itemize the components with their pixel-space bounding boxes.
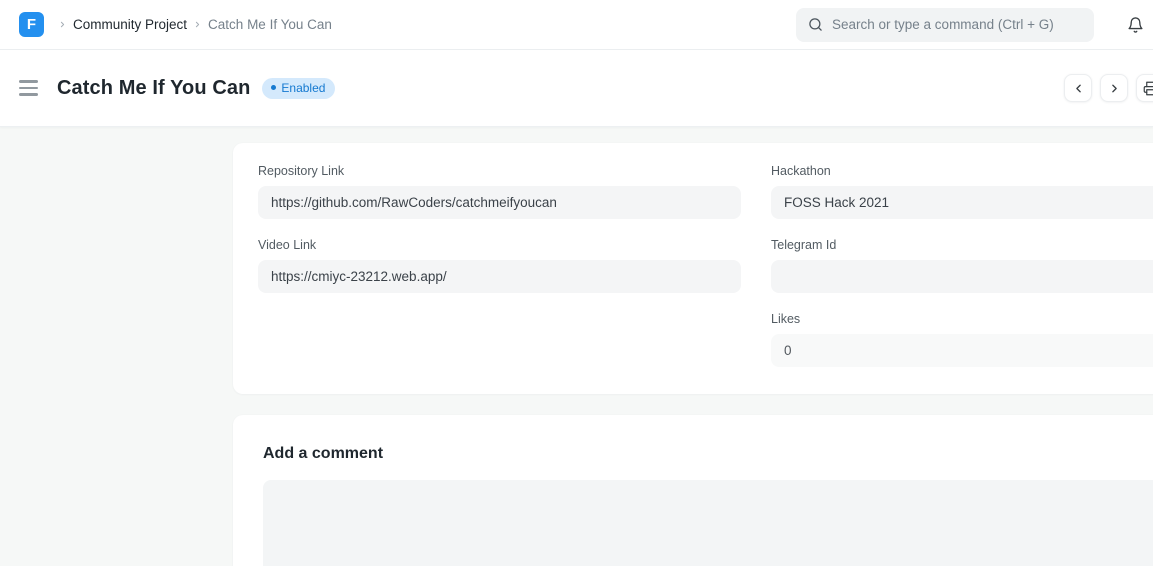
next-record-button[interactable] bbox=[1100, 74, 1128, 102]
page-title: Catch Me If You Can bbox=[57, 77, 250, 100]
status-dot-icon bbox=[271, 85, 276, 90]
telegram-id-label: Telegram Id bbox=[771, 238, 1153, 252]
add-comment-heading: Add a comment bbox=[263, 445, 1153, 463]
video-link-input[interactable] bbox=[258, 260, 741, 293]
status-badge-label: Enabled bbox=[281, 82, 325, 94]
header-actions bbox=[1064, 74, 1153, 102]
frappe-logo-icon[interactable]: F bbox=[19, 12, 44, 37]
search-icon bbox=[808, 17, 823, 32]
field-repository-link: Repository Link bbox=[258, 164, 741, 219]
breadcrumb: Community Project Catch Me If You Can bbox=[58, 17, 332, 32]
sidebar-toggle-button[interactable] bbox=[19, 80, 38, 95]
field-likes: Likes bbox=[771, 312, 1153, 367]
repository-link-input[interactable] bbox=[258, 186, 741, 219]
form-column-right: Hackathon Telegram Id Likes bbox=[771, 164, 1153, 367]
hackathon-label: Hackathon bbox=[771, 164, 1153, 178]
print-button[interactable] bbox=[1136, 74, 1153, 102]
repository-link-label: Repository Link bbox=[258, 164, 741, 178]
global-search[interactable] bbox=[796, 8, 1094, 42]
page-body: Repository Link Video Link Hackathon Tel… bbox=[0, 127, 1153, 566]
chevron-right-icon bbox=[193, 20, 202, 29]
form-column-left: Repository Link Video Link bbox=[258, 164, 741, 367]
video-link-label: Video Link bbox=[258, 238, 741, 252]
printer-icon bbox=[1143, 81, 1153, 96]
field-telegram-id: Telegram Id bbox=[771, 238, 1153, 293]
page-header: Catch Me If You Can Enabled bbox=[0, 50, 1153, 127]
top-navbar: F Community Project Catch Me If You Can bbox=[0, 0, 1153, 50]
comments-card: Add a comment bbox=[233, 415, 1153, 566]
prev-record-button[interactable] bbox=[1064, 74, 1092, 102]
chevron-right-icon bbox=[58, 20, 67, 29]
breadcrumb-item-community-project[interactable]: Community Project bbox=[73, 17, 187, 32]
telegram-id-input[interactable] bbox=[771, 260, 1153, 293]
hackathon-input[interactable] bbox=[771, 186, 1153, 219]
likes-label: Likes bbox=[771, 312, 1153, 326]
field-hackathon: Hackathon bbox=[771, 164, 1153, 219]
notifications-button[interactable] bbox=[1127, 16, 1144, 34]
search-input[interactable] bbox=[832, 17, 1082, 32]
status-badge: Enabled bbox=[262, 78, 335, 99]
comment-input[interactable] bbox=[263, 480, 1153, 566]
bell-icon bbox=[1127, 16, 1144, 34]
likes-input[interactable] bbox=[771, 334, 1153, 367]
details-form-card: Repository Link Video Link Hackathon Tel… bbox=[233, 143, 1153, 394]
field-video-link: Video Link bbox=[258, 238, 741, 293]
breadcrumb-item-current: Catch Me If You Can bbox=[208, 17, 332, 32]
